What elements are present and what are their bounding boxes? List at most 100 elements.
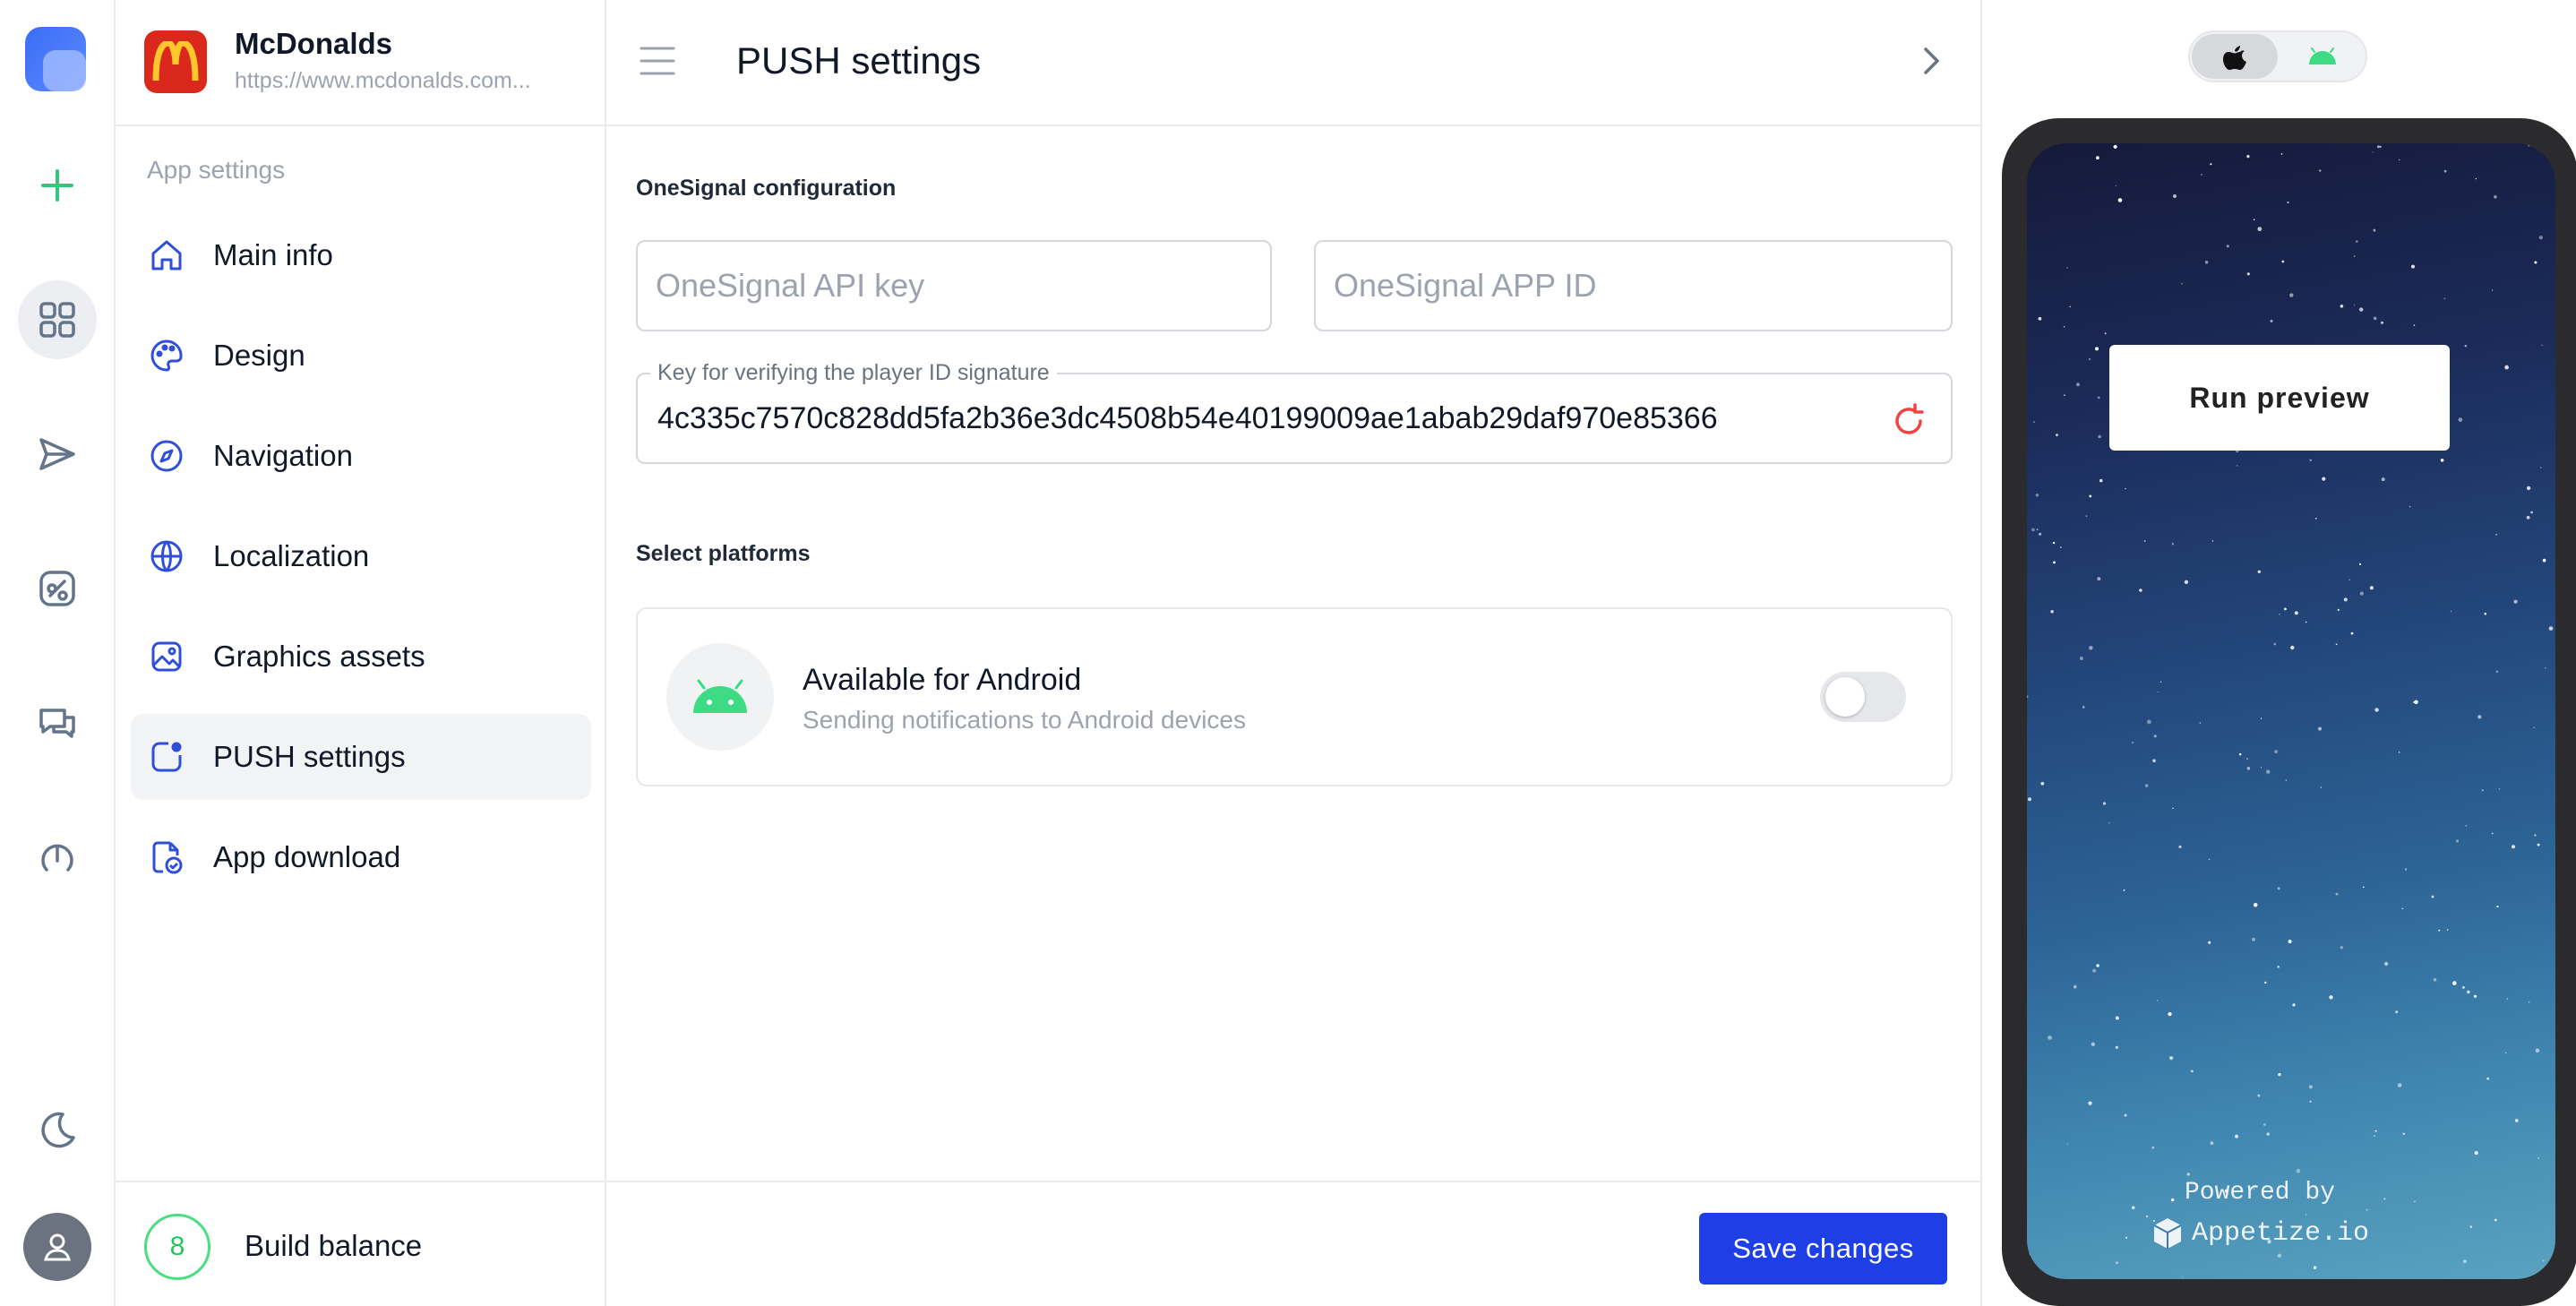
star bbox=[2398, 159, 2400, 161]
sidebar-item-design[interactable]: Design bbox=[131, 313, 591, 399]
star bbox=[2495, 533, 2498, 536]
star bbox=[2253, 903, 2258, 907]
build-balance[interactable]: 8 Build balance bbox=[116, 1181, 605, 1306]
send-button[interactable] bbox=[18, 415, 97, 494]
sidebar-item-navigation[interactable]: Navigation bbox=[131, 413, 591, 499]
star bbox=[2096, 156, 2099, 160]
app-header[interactable]: McDonalds https://www.mcdonalds.com... bbox=[116, 0, 605, 126]
os-option-android[interactable] bbox=[2280, 34, 2366, 79]
chat-button[interactable] bbox=[18, 683, 97, 762]
star bbox=[2528, 1001, 2530, 1003]
star bbox=[2309, 1100, 2312, 1103]
menu-icon[interactable] bbox=[639, 43, 676, 79]
platform-logo[interactable] bbox=[25, 27, 86, 91]
star bbox=[2252, 937, 2255, 941]
star bbox=[2257, 570, 2261, 573]
star bbox=[2353, 255, 2356, 257]
analytics-button[interactable] bbox=[18, 818, 97, 897]
star bbox=[2160, 681, 2162, 683]
star bbox=[2318, 726, 2322, 731]
star bbox=[2290, 645, 2295, 650]
star bbox=[2534, 261, 2537, 264]
star bbox=[2512, 845, 2515, 849]
star bbox=[2380, 321, 2384, 324]
star bbox=[2504, 365, 2509, 370]
star bbox=[2052, 541, 2056, 545]
grid-icon bbox=[39, 302, 75, 338]
sidebar-item-graphics-assets[interactable]: Graphics assets bbox=[131, 614, 591, 700]
star bbox=[2305, 621, 2307, 623]
star bbox=[2277, 1253, 2282, 1259]
star bbox=[2533, 726, 2535, 728]
page-title: PUSH settings bbox=[736, 39, 982, 82]
signature-key-value[interactable]: 4c335c7570c828dd5fa2b36e3dc4508b54e40199… bbox=[657, 401, 1718, 436]
star bbox=[2473, 994, 2477, 998]
star bbox=[2056, 434, 2058, 437]
star bbox=[2226, 245, 2229, 248]
star bbox=[2089, 494, 2092, 498]
add-app-button[interactable] bbox=[18, 146, 97, 225]
onesignal-api-key-field[interactable] bbox=[636, 240, 1272, 331]
appetize-brand[interactable]: Appetize.io bbox=[2027, 1216, 2493, 1250]
star bbox=[2274, 750, 2278, 753]
star bbox=[2097, 396, 2100, 400]
star bbox=[2374, 1130, 2377, 1132]
android-enable-toggle[interactable] bbox=[1820, 672, 1906, 722]
apps-grid-button[interactable] bbox=[18, 280, 97, 359]
star bbox=[2097, 577, 2101, 581]
star bbox=[2069, 305, 2072, 308]
onesignal-api-key-input[interactable] bbox=[656, 242, 1252, 330]
star bbox=[2545, 667, 2546, 669]
star bbox=[2253, 219, 2255, 220]
sidebar-item-main-info[interactable]: Main info bbox=[131, 212, 591, 298]
star bbox=[2028, 797, 2031, 802]
star bbox=[2462, 1259, 2467, 1264]
star bbox=[2496, 905, 2499, 908]
star bbox=[2343, 597, 2348, 602]
star bbox=[2348, 579, 2350, 580]
globe-icon bbox=[150, 540, 183, 572]
star bbox=[2491, 289, 2494, 291]
integrations-button[interactable] bbox=[18, 549, 97, 628]
star bbox=[2355, 240, 2358, 243]
star bbox=[2246, 758, 2248, 760]
star bbox=[2455, 839, 2460, 843]
os-option-ios[interactable] bbox=[2192, 34, 2278, 79]
star bbox=[2199, 722, 2202, 724]
star bbox=[2309, 459, 2312, 461]
star bbox=[2085, 515, 2088, 517]
signature-key-field[interactable]: Key for verifying the player ID signatur… bbox=[636, 360, 1953, 464]
star bbox=[2374, 708, 2379, 712]
refresh-icon[interactable] bbox=[1890, 401, 1928, 439]
chevron-right-icon[interactable] bbox=[1918, 45, 1945, 77]
star bbox=[2132, 1206, 2135, 1210]
main-content: PUSH settings OneSignal configuration Ke… bbox=[606, 0, 1980, 1306]
sidebar-item-push-settings[interactable]: PUSH settings bbox=[131, 714, 591, 800]
save-changes-button[interactable]: Save changes bbox=[1699, 1213, 1947, 1285]
run-preview-button[interactable]: Run preview bbox=[2109, 345, 2450, 451]
star bbox=[2089, 646, 2093, 650]
star bbox=[2491, 832, 2494, 835]
star bbox=[2204, 261, 2209, 264]
sidebar-item-app-download[interactable]: App download bbox=[131, 814, 591, 900]
star bbox=[2288, 940, 2292, 944]
star bbox=[2096, 964, 2099, 967]
star bbox=[2337, 608, 2340, 612]
star bbox=[2143, 540, 2146, 542]
star bbox=[2073, 984, 2077, 989]
star bbox=[2260, 717, 2263, 719]
onesignal-app-id-field[interactable] bbox=[1314, 240, 1953, 331]
star bbox=[2208, 941, 2211, 944]
theme-toggle-button[interactable] bbox=[18, 1091, 97, 1170]
apple-icon bbox=[2223, 46, 2246, 70]
star bbox=[2477, 715, 2482, 719]
avatar[interactable] bbox=[23, 1213, 91, 1281]
star bbox=[2246, 272, 2250, 276]
onesignal-app-id-input[interactable] bbox=[1334, 242, 1933, 330]
star bbox=[2278, 1073, 2281, 1077]
star bbox=[2329, 995, 2333, 1000]
star bbox=[2548, 626, 2554, 631]
star bbox=[2066, 267, 2068, 269]
star bbox=[2319, 169, 2322, 172]
sidebar-item-localization[interactable]: Localization bbox=[131, 513, 591, 599]
